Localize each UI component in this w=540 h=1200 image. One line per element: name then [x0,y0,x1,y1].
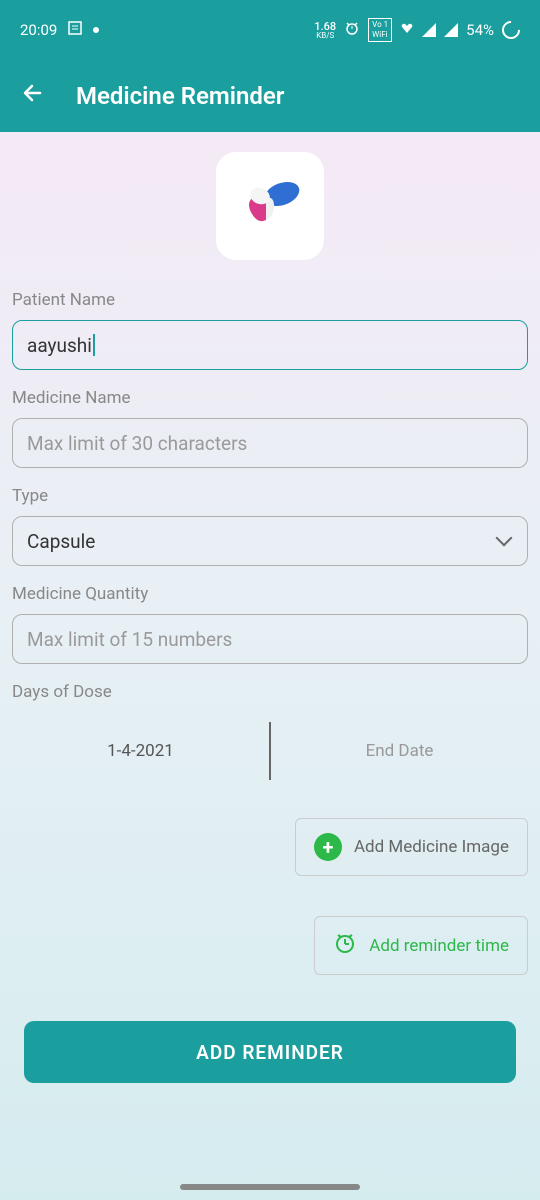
days-of-dose-label: Days of Dose [12,682,528,702]
type-label: Type [12,486,528,506]
type-select[interactable]: Capsule [12,516,528,566]
add-reminder-time-button[interactable]: Add reminder time [314,916,528,975]
end-date[interactable]: End Date [271,741,528,761]
quantity-input[interactable] [12,614,528,664]
status-bar: 20:09 1.68 KB/S Vo 1WiFi 54% [0,0,540,60]
start-date[interactable]: 1-4-2021 [12,741,269,761]
battery-percent: 54% [466,21,494,39]
medicine-name-input[interactable] [12,418,528,468]
add-medicine-image-button[interactable]: + Add Medicine Image [295,818,528,876]
patient-name-input[interactable]: aayushi [12,320,528,370]
dot-icon [93,27,99,33]
back-arrow-icon[interactable] [20,80,46,113]
plus-icon: + [314,833,342,861]
network-speed: 1.68 KB/S [314,21,336,40]
signal-icon-2 [444,23,458,37]
medicine-name-label: Medicine Name [12,388,528,408]
quantity-label: Medicine Quantity [12,584,528,604]
wifi-calling-icon: Vo 1WiFi [368,18,392,41]
patient-name-label: Patient Name [12,290,528,310]
clock-icon [333,931,357,960]
app-logo [216,152,324,260]
notification-icon [67,20,83,40]
signal-icon [422,23,436,37]
date-range: 1-4-2021 End Date [12,720,528,782]
page-title: Medicine Reminder [76,82,284,110]
loading-icon [498,17,523,42]
nav-indicator[interactable] [180,1184,360,1190]
status-time: 20:09 [20,21,57,39]
heart-icon [400,21,414,39]
add-reminder-button[interactable]: ADD REMINDER [24,1021,516,1083]
app-bar: Medicine Reminder [0,60,540,132]
alarm-icon [344,20,360,40]
